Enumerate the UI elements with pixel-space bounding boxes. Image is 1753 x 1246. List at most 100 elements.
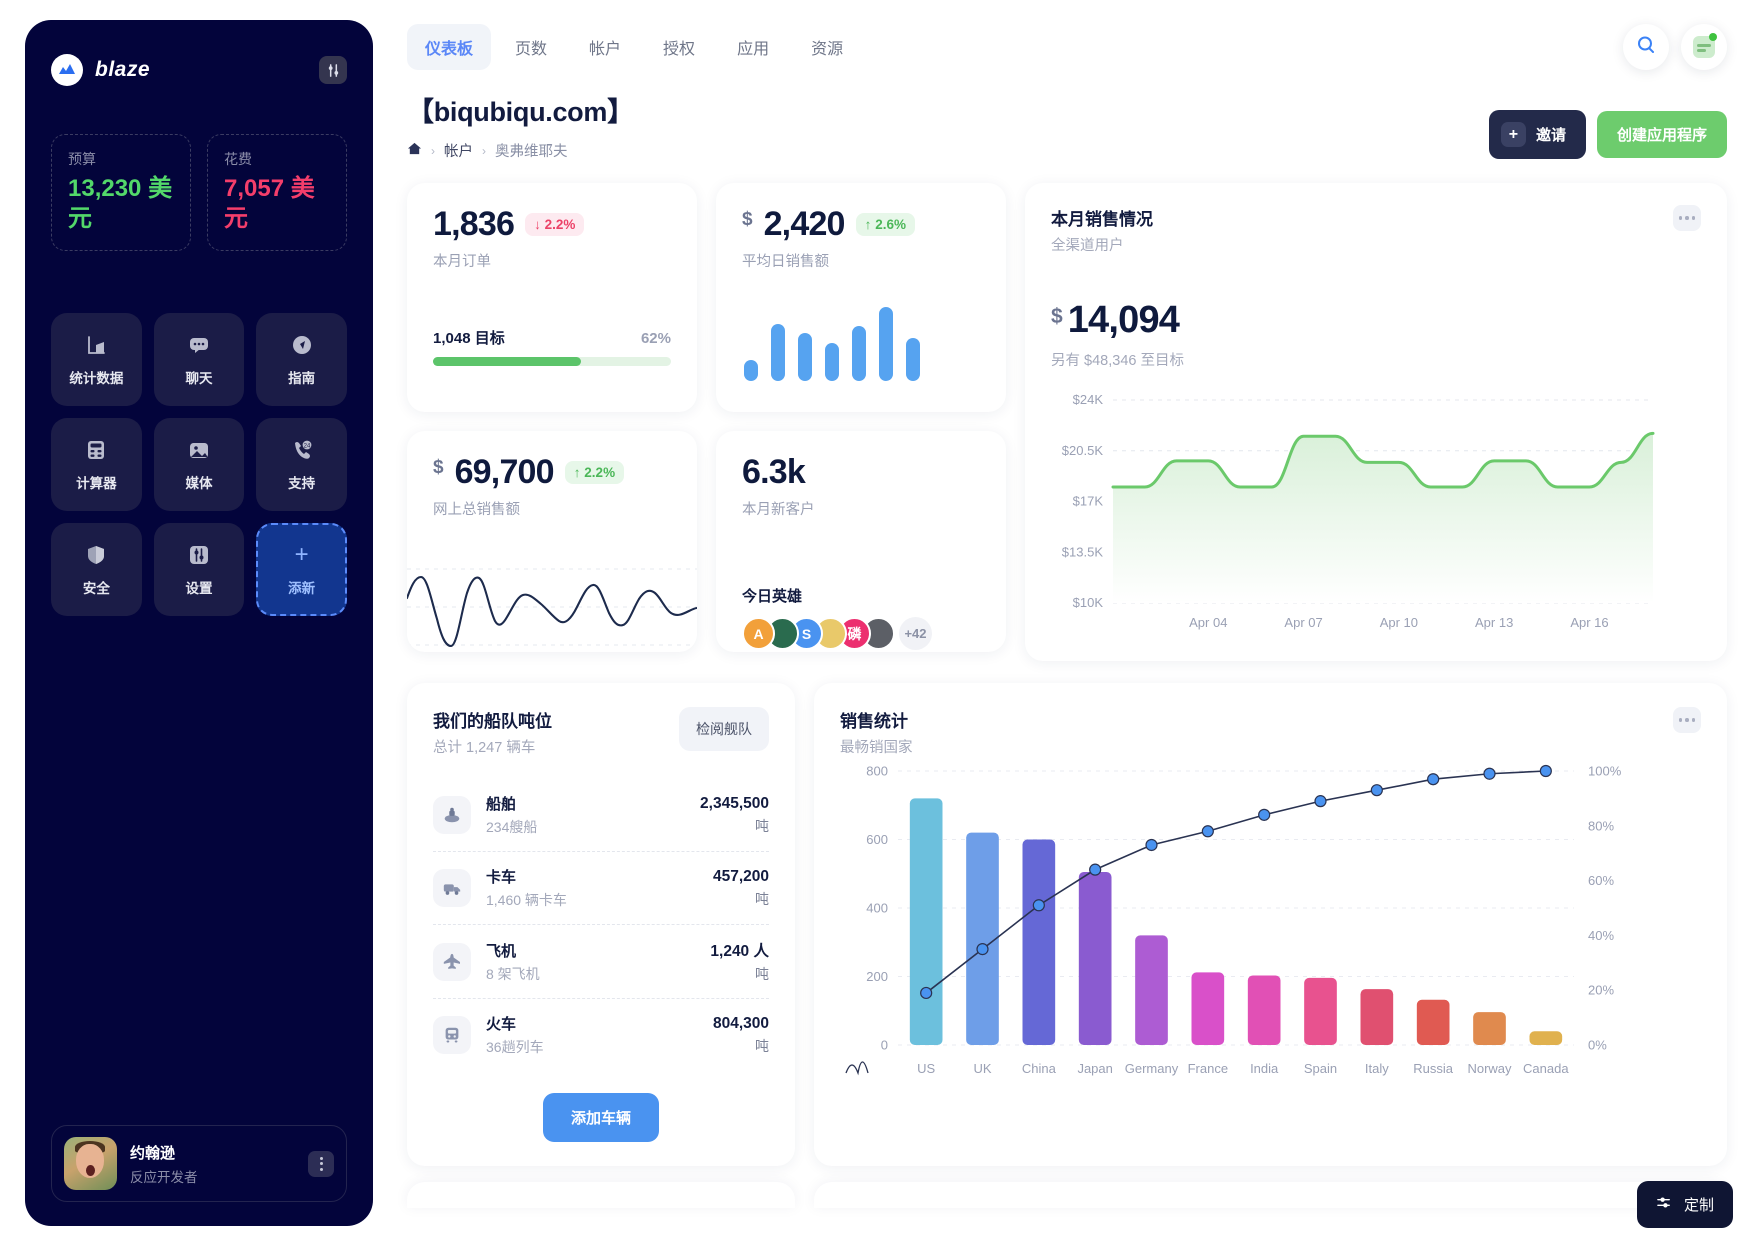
tab-authorization[interactable]: 授权 <box>645 24 713 70</box>
fleet-row[interactable]: 船舶 234艘船 2,345,500 吨 <box>433 779 769 851</box>
brand-name: blaze <box>95 58 151 81</box>
brand[interactable]: blaze <box>51 54 150 86</box>
tab-resources[interactable]: 资源 <box>793 24 861 70</box>
tab-pages[interactable]: 页数 <box>497 24 565 70</box>
train-icon <box>433 1016 471 1054</box>
month-sales-value: 14,094 <box>1067 299 1180 341</box>
fleet-card: 我们的船队吨位 总计 1,247 辆车 检阅舰队 船舶 234艘船 2,345,50… <box>407 683 795 1166</box>
tab-accounts[interactable]: 帐户 <box>571 24 639 70</box>
month-sales-subtitle: 全渠道用户 <box>1051 238 1124 254</box>
search-button[interactable] <box>1623 24 1669 70</box>
sidebar-tile-settings[interactable]: 设置 <box>153 523 245 616</box>
sidebar-tile-add[interactable]: + 添新 <box>256 523 347 616</box>
sidebar-tile-calculator[interactable]: 计算器 <box>51 418 142 511</box>
svg-text:200: 200 <box>866 969 888 984</box>
month-sales-title: 本月销售情况 <box>1051 210 1153 229</box>
hero-avatar-more[interactable]: +42 <box>899 617 932 650</box>
partial-card-right <box>814 1182 1727 1208</box>
review-fleet-button[interactable]: 检阅舰队 <box>679 707 769 751</box>
topbar-actions <box>1623 24 1727 70</box>
truck-icon <box>433 869 471 907</box>
mini-bar <box>879 307 893 381</box>
create-app-button[interactable]: 创建应用程序 <box>1596 111 1727 158</box>
svg-text:Japan: Japan <box>1077 1061 1112 1076</box>
avg-daily-subtitle: 平均日销售额 <box>742 254 829 270</box>
phone-24-icon: 24 <box>289 437 315 463</box>
sidebar-tile-stats[interactable]: 统计数据 <box>51 313 142 406</box>
sidebar-tile-media[interactable]: 媒体 <box>153 418 245 511</box>
svg-text:Apr 10: Apr 10 <box>1380 615 1418 630</box>
create-app-button-label: 创建应用程序 <box>1616 127 1707 144</box>
sidebar-profile[interactable]: 约翰逊 反应开发者 <box>51 1125 347 1202</box>
sidebar-tile-label: 添新 <box>288 581 316 596</box>
hero-avatar[interactable]: A <box>742 617 775 650</box>
sidebar-tile-label: 统计数据 <box>69 371 124 386</box>
svg-text:Italy: Italy <box>1365 1061 1389 1076</box>
bar-chart-icon <box>83 332 109 358</box>
profile-name: 约翰逊 <box>130 1144 176 1162</box>
profile-menu-icon[interactable] <box>308 1150 334 1177</box>
tab-apps[interactable]: 应用 <box>719 24 787 70</box>
svg-text:Canada: Canada <box>1523 1061 1569 1076</box>
currency-symbol: $ <box>742 209 753 230</box>
sidebar-tile-guide[interactable]: 指南 <box>256 313 347 406</box>
more-dots-icon[interactable] <box>1673 205 1701 231</box>
svg-text:0: 0 <box>881 1038 888 1053</box>
customize-button[interactable]: 定制 <box>1636 1181 1733 1228</box>
fleet-subtitle: 总计 1,247 辆车 <box>433 740 536 756</box>
online-sales-card: $ 69,700 ↑ 2.2% 网上总销售额 <box>407 431 697 652</box>
sidebar: blaze 预算 13,230 美元 花费 7,057 美元 统计数据 聊天 指… <box>25 20 373 1226</box>
svg-text:40%: 40% <box>1588 928 1614 943</box>
grid-column-left: 1,836 ↓ 2.2% 本月订单 1,048 目标 62% $ 69,700 … <box>407 183 697 661</box>
currency-symbol: $ <box>1051 305 1063 328</box>
kpi-budget-value: 13,230 美元 <box>68 175 173 232</box>
kpi-budget-label: 预算 <box>68 151 96 167</box>
page-header: 【biqubiqu.com】 › 帐户 › 奥弗维耶夫 + 邀请 创建应用程序 <box>407 90 1727 161</box>
fleet-row-amount: 1,240 人 <box>710 943 769 960</box>
breadcrumb-item-account[interactable]: 帐户 <box>444 140 473 161</box>
invite-button[interactable]: + 邀请 <box>1488 110 1586 159</box>
svg-text:600: 600 <box>866 832 888 847</box>
sliders-icon[interactable] <box>319 56 347 84</box>
svg-text:Spain: Spain <box>1304 1061 1337 1076</box>
more-dots-icon[interactable] <box>1673 707 1701 733</box>
sidebar-tile-label: 聊天 <box>185 371 213 386</box>
tab-dashboard[interactable]: 仪表板 <box>407 24 492 70</box>
fleet-row[interactable]: 卡车 1,460 辆卡车 457,200 吨 <box>433 851 769 924</box>
heroes-title: 今日英雄 <box>742 588 803 605</box>
fleet-row-amount: 804,300 <box>712 1014 769 1032</box>
orders-goal-percent: 62% <box>640 330 671 347</box>
fleet-row-name: 火车 <box>486 1016 517 1033</box>
kpi-spend: 花费 7,057 美元 <box>207 134 347 251</box>
sidebar-tile-label: 指南 <box>288 371 316 386</box>
fleet-title: 我们的船队吨位 <box>433 712 552 731</box>
svg-text:$20.5K: $20.5K <box>1062 443 1104 458</box>
fleet-row[interactable]: 火车 36趟列车 804,300 吨 <box>433 998 769 1071</box>
svg-text:$17K: $17K <box>1073 494 1104 509</box>
svg-text:Russia: Russia <box>1413 1061 1454 1076</box>
invite-button-label: 邀请 <box>1535 127 1566 144</box>
mini-bar <box>852 326 866 381</box>
topbar: 仪表板 页数 帐户 授权 应用 资源 <box>407 18 1727 76</box>
month-sales-card: 本月销售情况 全渠道用户 $ 14,094 另有 $48,346 至目标 $24… <box>1025 183 1727 661</box>
sidebar-tile-chat[interactable]: 聊天 <box>153 313 245 406</box>
home-icon[interactable] <box>407 141 422 160</box>
breadcrumb-item-current: 奥弗维耶夫 <box>495 144 568 160</box>
sidebar-tile-security[interactable]: 安全 <box>51 523 142 616</box>
svg-text:France: France <box>1188 1061 1228 1076</box>
svg-text:US: US <box>917 1061 935 1076</box>
plane-icon <box>433 942 471 981</box>
bottom-row: 我们的船队吨位 总计 1,247 辆车 检阅舰队 船舶 234艘船 2,345,50… <box>407 683 1727 1166</box>
svg-text:0%: 0% <box>1588 1038 1607 1053</box>
sales-stats-card: 销售统计 最畅销国家 0 200 400 600 800 0% 20% 40% 60% 80% 10… <box>814 683 1727 1166</box>
svg-text:Norway: Norway <box>1467 1061 1512 1076</box>
fleet-row-desc: 1,460 辆卡车 <box>486 892 567 908</box>
sidebar-tile-support[interactable]: 24 支持 <box>256 418 347 511</box>
ship-icon <box>433 796 471 834</box>
add-vehicle-button[interactable]: 添加车辆 <box>542 1093 659 1142</box>
svg-text:Apr 16: Apr 16 <box>1570 615 1608 630</box>
fleet-row[interactable]: 飞机 8 架飞机 1,240 人吨 <box>433 924 769 998</box>
notifications-button[interactable] <box>1681 24 1727 70</box>
month-sales-goal-note: 另有 $48,346 至目标 <box>1051 353 1184 369</box>
fleet-row-desc: 234艘船 <box>486 819 538 835</box>
